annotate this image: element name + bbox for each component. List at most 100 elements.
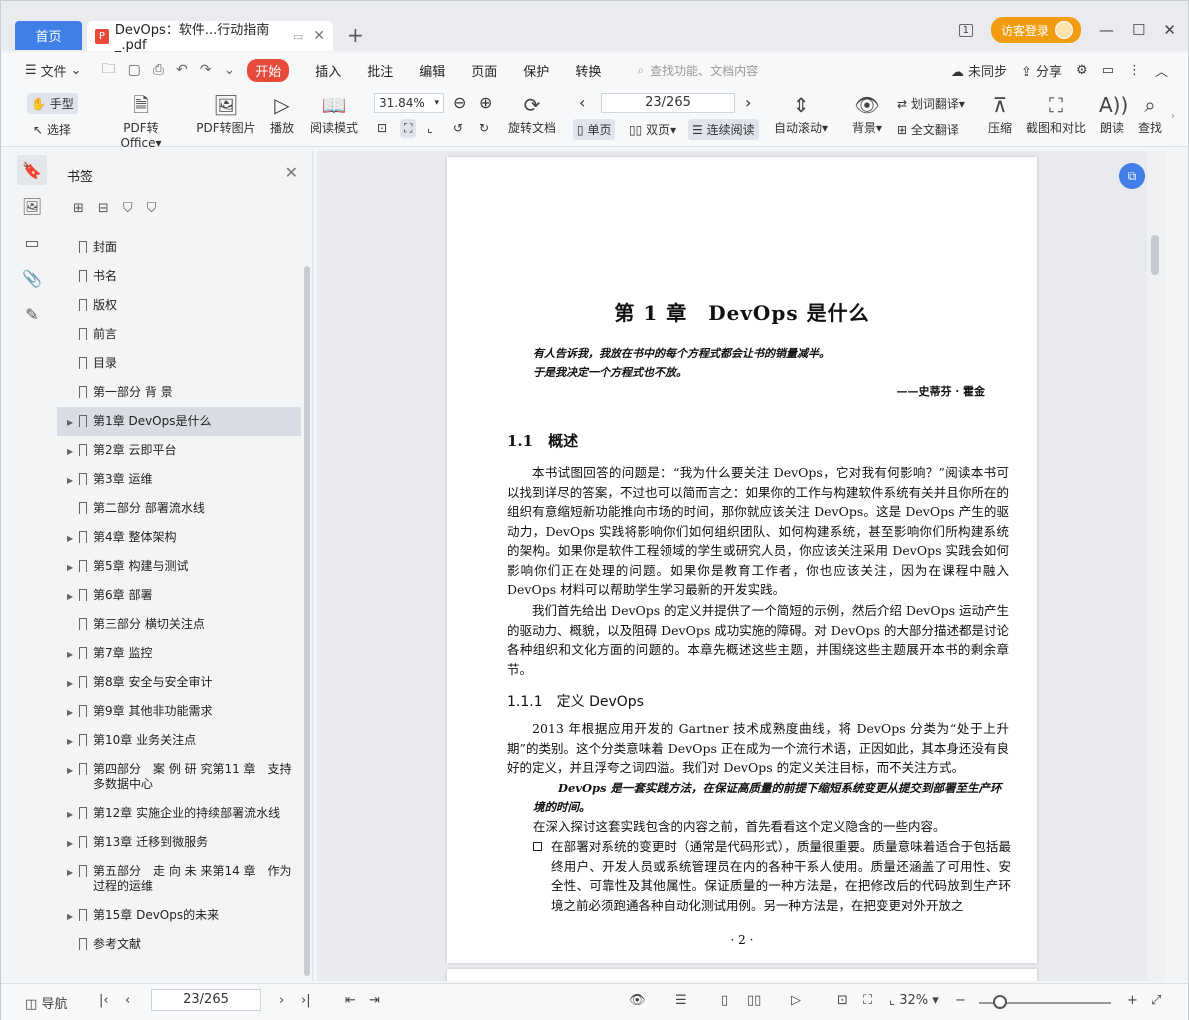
bookmark-item[interactable]: ▶ 第4章 整体架构 xyxy=(57,523,301,552)
file-menu[interactable]: ☰ 文件 ⌄ xyxy=(25,61,82,80)
expand-arrow-icon[interactable]: ▶ xyxy=(67,531,73,546)
expand-arrow-icon[interactable]: ▶ xyxy=(67,909,73,924)
maximize-button[interactable]: ☐ xyxy=(1132,21,1145,39)
save-icon[interactable]: ▢ xyxy=(128,62,141,78)
screenshot-compare-button[interactable]: ⛶ 截图和对比 xyxy=(1025,93,1087,136)
eye-protect-icon[interactable]: 👁 xyxy=(629,993,646,1008)
menu-item-start[interactable]: 开始 xyxy=(247,58,290,82)
pdf-to-office-button[interactable]: 🗎 PDF转Office▾ xyxy=(103,93,179,150)
auto-scroll-button[interactable]: ⇕ 自动滚动▾ xyxy=(773,93,829,136)
bookmark-item[interactable]: ▶ 第7章 监控 xyxy=(57,639,301,668)
prev-page-icon[interactable]: ‹ xyxy=(579,93,585,112)
new-tab-button[interactable]: + xyxy=(347,23,364,47)
expand-arrow-icon[interactable]: ▶ xyxy=(67,836,73,851)
bookmark-item[interactable]: ▶ 第四部分 案 例 研 究第11 章 支持多数据中心 xyxy=(57,755,301,799)
guest-login-button[interactable]: 访客登录 xyxy=(990,17,1081,43)
bookmark-item[interactable]: ▶ 第12章 实施企业的持续部署流水线 xyxy=(57,799,301,828)
collapse-ribbon-icon[interactable]: ︿ xyxy=(1155,61,1168,80)
quick-access-dropdown-icon[interactable]: ⌄ xyxy=(223,62,235,78)
fit-width-icon[interactable]: ⌞ xyxy=(427,121,433,135)
expand-arrow-icon[interactable]: ▶ xyxy=(67,473,73,488)
bookmark-item[interactable]: ▶ 第5章 构建与测试 xyxy=(57,552,301,581)
expand-arrow-icon[interactable]: ▶ xyxy=(67,763,73,778)
bookmark-item[interactable]: 参考文献 xyxy=(57,930,301,959)
menu-item-insert[interactable]: 插入 xyxy=(315,61,341,80)
menu-item-convert[interactable]: 转换 xyxy=(575,61,601,80)
bookmark-item[interactable]: ▶ 第15章 DevOps的未来 xyxy=(57,901,301,930)
zoom-out-icon[interactable]: ⊖ xyxy=(453,93,466,112)
pdf-to-image-button[interactable]: 🖼 PDF转图片 xyxy=(195,93,257,136)
next-page-icon[interactable]: › xyxy=(745,93,751,112)
collapse-bookmarks-icon[interactable]: ⊟ xyxy=(98,201,109,216)
bookmark-item[interactable]: 书名 xyxy=(57,262,301,291)
bookmark-item[interactable]: 版权 xyxy=(57,291,301,320)
bookmark-item[interactable]: ▶ 第10章 业务关注点 xyxy=(57,726,301,755)
zoom-select[interactable]: ⌞ 32% ▾ xyxy=(889,993,939,1008)
bookmark-scrollbar[interactable] xyxy=(304,266,310,976)
window-count-badge[interactable]: 1 xyxy=(958,23,973,37)
double-page-button[interactable]: ▯▯ 双页▾ xyxy=(629,121,676,138)
expand-arrow-icon[interactable]: ▶ xyxy=(67,560,73,575)
next-page-icon[interactable]: › xyxy=(279,993,284,1008)
continuous-read-button[interactable]: ☰ 连续阅读 xyxy=(688,119,759,140)
thumbnail-icon[interactable]: 🖼 xyxy=(17,191,47,221)
play-button[interactable]: ▷ 播放 xyxy=(267,93,297,136)
continuous-mode-icon[interactable]: ☰ xyxy=(675,993,687,1008)
zoom-out-icon[interactable]: − xyxy=(955,993,966,1008)
bookmark-item[interactable]: ▶ 第五部分 走 向 未 来第14 章 作为过程的运维 xyxy=(57,857,301,901)
expand-arrow-icon[interactable]: ▶ xyxy=(67,734,73,749)
bookmark-item[interactable]: 前言 xyxy=(57,320,301,349)
background-button[interactable]: 👁 背景▾ xyxy=(849,93,885,136)
comment-icon[interactable]: ▭ xyxy=(1102,63,1114,78)
zoom-in-icon[interactable]: + xyxy=(1127,993,1138,1008)
bookmark-icon[interactable]: 🔖 xyxy=(17,155,47,185)
first-page-icon[interactable]: |‹ xyxy=(99,993,109,1008)
full-translate-button[interactable]: ⊞ 全文翻译 xyxy=(897,121,959,138)
share-button[interactable]: ⇪ 分享 xyxy=(1021,61,1062,80)
read-aloud-button[interactable]: A)) 朗读 xyxy=(1099,93,1128,136)
more-icon[interactable]: ⋮ xyxy=(1128,63,1141,78)
play-icon[interactable]: ▷ xyxy=(791,993,801,1008)
undo-icon[interactable]: ↶ xyxy=(176,62,188,78)
single-page-button[interactable]: ▯ 单页 xyxy=(573,119,616,140)
comment-icon[interactable]: ▭ xyxy=(17,227,47,257)
add-bookmark-icon[interactable]: ⊞ xyxy=(73,201,84,216)
delete-bookmark-icon[interactable]: ⛉ xyxy=(147,201,157,216)
fit-page-icon[interactable]: ⛶ xyxy=(400,119,417,138)
word-translate-button[interactable]: ⇄ 划词翻译▾ xyxy=(897,95,965,112)
menu-item-annotate[interactable]: 批注 xyxy=(367,61,393,80)
menu-item-protect[interactable]: 保护 xyxy=(523,61,549,80)
close-window-button[interactable]: ✕ xyxy=(1163,21,1176,39)
settings-icon[interactable]: ⚙ xyxy=(1076,63,1088,78)
bookmark-item[interactable]: 第二部分 部署流水线 xyxy=(57,494,301,523)
bookmark-item[interactable]: 目录 xyxy=(57,349,301,378)
actual-size-icon[interactable]: ⊡ xyxy=(377,121,387,135)
sync-status[interactable]: ☁ 未同步 xyxy=(951,61,1007,80)
find-button[interactable]: ⌕ 查找 xyxy=(1137,93,1163,136)
bookmark-item[interactable]: ▶ 第1章 DevOps是什么 xyxy=(57,407,301,436)
hand-tool-button[interactable]: ✋ 手型 xyxy=(27,93,78,114)
feature-search[interactable]: ⌕ 查找功能、文档内容 xyxy=(637,62,758,79)
rotate-document-button[interactable]: ⟳ 旋转文档 xyxy=(507,93,557,136)
bookmark-item[interactable]: ▶ 第6章 部署 xyxy=(57,581,301,610)
fit-page-icon[interactable]: ⛶ xyxy=(863,993,872,1008)
signature-icon[interactable]: ✎ xyxy=(17,299,47,329)
bookmark-item[interactable]: ▶ 第3章 运维 xyxy=(57,465,301,494)
status-page-input[interactable]: 23/265 xyxy=(151,989,261,1011)
expand-arrow-icon[interactable]: ▶ xyxy=(67,415,73,430)
ribbon-scroll-right-icon[interactable]: › xyxy=(1171,111,1175,122)
floating-tool-icon[interactable]: ⧉ xyxy=(1119,163,1145,189)
rotate-left-icon[interactable]: ↺ xyxy=(453,121,463,135)
navigation-toggle[interactable]: ◫ 导航 xyxy=(25,993,67,1012)
prev-page-icon[interactable]: ‹ xyxy=(125,993,130,1008)
last-page-icon[interactable]: ›| xyxy=(301,993,311,1008)
document-viewer[interactable]: 第 1 章 DevOps 是什么 有人告诉我，我放在书中的每个方程式都会让书的销… xyxy=(317,151,1165,981)
zoom-slider-handle[interactable] xyxy=(993,995,1007,1009)
tab-close-icon[interactable]: ✕ xyxy=(313,28,325,44)
actual-size-icon[interactable]: ⊡ xyxy=(837,993,848,1008)
expand-arrow-icon[interactable]: ▶ xyxy=(67,676,73,691)
menu-item-page[interactable]: 页面 xyxy=(471,61,497,80)
zoom-select[interactable]: 31.84% ▾ xyxy=(374,93,444,113)
fullscreen-icon[interactable]: ⤢ xyxy=(1151,993,1161,1008)
expand-arrow-icon[interactable]: ▶ xyxy=(67,444,73,459)
